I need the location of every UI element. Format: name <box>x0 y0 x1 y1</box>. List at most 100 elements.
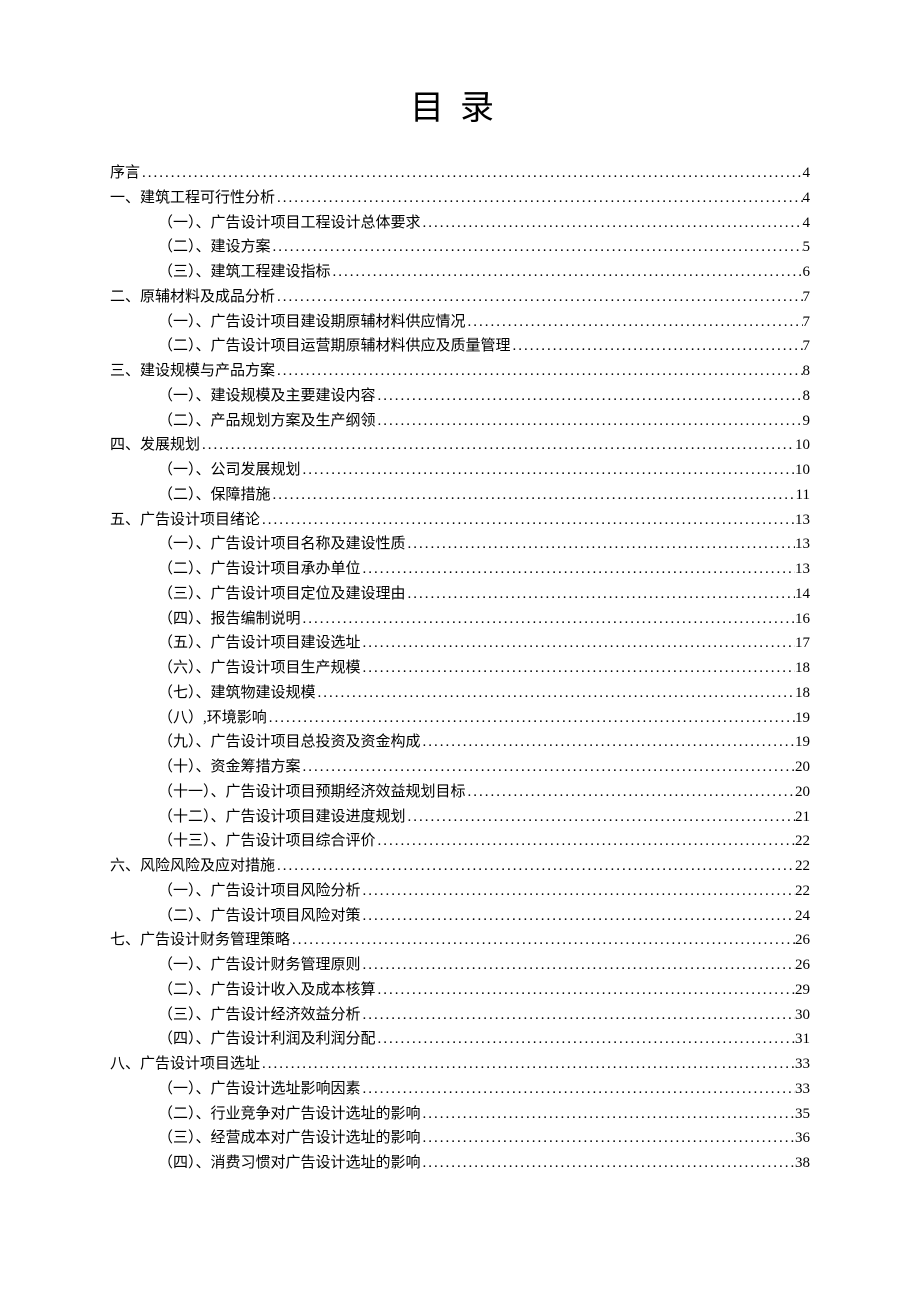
toc-entry: （二）、广告设计项目运营期原辅材料供应及质量管理7 <box>110 334 810 359</box>
toc-leader-dots <box>376 978 795 1003</box>
toc-leader-dots <box>361 557 795 582</box>
toc-entry-text: （二）、产品规划方案及生产纲领 <box>158 409 376 434</box>
toc-leader-dots <box>421 1151 795 1176</box>
toc-entry-page: 19 <box>795 730 810 755</box>
toc-entry: （三）、广告设计经济效益分析30 <box>110 1003 810 1028</box>
toc-entry-page: 4 <box>803 161 811 186</box>
toc-entry-text: 五、广告设计项目绪论 <box>110 508 260 533</box>
toc-entry-page: 20 <box>795 780 810 805</box>
toc-entry-text: （一）、广告设计选址影响因素 <box>158 1077 361 1102</box>
toc-entry-text: （一）、广告设计项目风险分析 <box>158 879 361 904</box>
toc-entry: 四、发展规划 10 <box>110 433 810 458</box>
toc-entry-page: 26 <box>795 928 810 953</box>
toc-entry: （二）、建设方案 5 <box>110 235 810 260</box>
toc-entry-page: 4 <box>803 211 811 236</box>
toc-leader-dots <box>301 458 795 483</box>
toc-leader-dots <box>421 730 795 755</box>
toc-entry-text: 一、建筑工程可行性分析 <box>110 186 275 211</box>
toc-leader-dots <box>301 755 795 780</box>
toc-entry-page: 22 <box>795 879 810 904</box>
toc-entry-text: （二）、行业竞争对广告设计选址的影响 <box>158 1102 421 1127</box>
toc-entry-text: （二）、广告设计项目承办单位 <box>158 557 361 582</box>
toc-entry-text: （一）、建设规模及主要建设内容 <box>158 384 376 409</box>
toc-entry-page: 10 <box>795 458 810 483</box>
toc-entry-text: （九）、广告设计项目总投资及资金构成 <box>158 730 421 755</box>
toc-leader-dots <box>466 310 803 335</box>
toc-leader-dots <box>361 953 795 978</box>
toc-entry-page: 29 <box>795 978 810 1003</box>
toc-entry-page: 10 <box>795 433 810 458</box>
toc-leader-dots <box>275 186 802 211</box>
toc-entry: （三）、建筑工程建设指标6 <box>110 260 810 285</box>
toc-entry: （七）、建筑物建设规模18 <box>110 681 810 706</box>
toc-entry: （十一）、广告设计项目预期经济效益规划目标 20 <box>110 780 810 805</box>
toc-entry: （一）、建设规模及主要建设内容8 <box>110 384 810 409</box>
toc-entry-text: （三）、经营成本对广告设计选址的影响 <box>158 1126 421 1151</box>
toc-leader-dots <box>260 508 795 533</box>
toc-entry-page: 31 <box>795 1027 810 1052</box>
toc-entry-text: （十二）、广告设计项目建设进度规划 <box>158 805 406 830</box>
toc-leader-dots <box>406 532 795 557</box>
toc-entry-text: 七、广告设计财务管理策略 <box>110 928 290 953</box>
toc-leader-dots <box>376 829 795 854</box>
toc-entry-page: 13 <box>795 532 810 557</box>
toc-entry-page: 19 <box>795 706 810 731</box>
page-title: 目录 <box>110 80 810 129</box>
toc-entry: （二）、广告设计项目承办单位13 <box>110 557 810 582</box>
toc-leader-dots <box>406 582 795 607</box>
toc-entry-text: 三、建设规模与产品方案 <box>110 359 275 384</box>
toc-entry-text: （十一）、广告设计项目预期经济效益规划目标 <box>158 780 466 805</box>
table-of-contents: 序言4一、建筑工程可行性分析4（一）、广告设计项目工程设计总体要求4（二）、建设… <box>110 161 810 1176</box>
toc-entry: （二）、广告设计项目风险对策 24 <box>110 904 810 929</box>
toc-entry-text: 八、广告设计项目选址 <box>110 1052 260 1077</box>
toc-entry: （二）、广告设计收入及成本核算29 <box>110 978 810 1003</box>
toc-entry-page: 7 <box>803 285 811 310</box>
toc-leader-dots <box>361 631 795 656</box>
toc-entry: 二、原辅材料及成品分析7 <box>110 285 810 310</box>
toc-entry-text: （一）、公司发展规划 <box>158 458 301 483</box>
toc-entry-page: 30 <box>795 1003 810 1028</box>
toc-leader-dots <box>260 1052 795 1077</box>
toc-entry: （三）、广告设计项目定位及建设理由14 <box>110 582 810 607</box>
toc-entry-text: （十三）、广告设计项目综合评价 <box>158 829 376 854</box>
toc-leader-dots <box>275 854 795 879</box>
toc-entry: 六、风险风险及应对措施22 <box>110 854 810 879</box>
toc-entry: （八）,环境影响 19 <box>110 706 810 731</box>
toc-entry-page: 21 <box>795 805 810 830</box>
toc-entry-page: 22 <box>795 829 810 854</box>
toc-entry-page: 20 <box>795 755 810 780</box>
toc-entry-text: 四、发展规划 <box>110 433 200 458</box>
toc-entry: （一）、广告设计选址影响因素33 <box>110 1077 810 1102</box>
toc-entry-page: 33 <box>795 1052 810 1077</box>
toc-leader-dots <box>316 681 795 706</box>
toc-leader-dots <box>271 235 803 260</box>
toc-entry-page: 4 <box>803 186 811 211</box>
toc-leader-dots <box>421 1102 795 1127</box>
toc-leader-dots <box>267 706 795 731</box>
toc-entry-page: 24 <box>795 904 810 929</box>
toc-entry-text: （二）、建设方案 <box>158 235 271 260</box>
toc-entry: （一）、广告设计项目风险分析 22 <box>110 879 810 904</box>
toc-leader-dots <box>376 1027 795 1052</box>
toc-entry: （九）、广告设计项目总投资及资金构成 19 <box>110 730 810 755</box>
toc-leader-dots <box>361 1003 795 1028</box>
toc-entry-page: 11 <box>796 483 810 508</box>
toc-entry-page: 5 <box>803 235 811 260</box>
toc-leader-dots <box>140 161 802 186</box>
toc-entry: （一）、广告设计项目建设期原辅材料供应情况7 <box>110 310 810 335</box>
toc-entry: 三、建设规模与产品方案8 <box>110 359 810 384</box>
toc-leader-dots <box>301 607 795 632</box>
toc-entry: 一、建筑工程可行性分析 4 <box>110 186 810 211</box>
toc-entry-text: （二）、广告设计项目风险对策 <box>158 904 361 929</box>
toc-entry-text: （四）、报告编制说明 <box>158 607 301 632</box>
toc-entry-text: （五）、广告设计项目建设选址 <box>158 631 361 656</box>
toc-entry: （六）、广告设计项目生产规模18 <box>110 656 810 681</box>
toc-entry-text: （六）、广告设计项目生产规模 <box>158 656 361 681</box>
toc-entry-page: 17 <box>795 631 810 656</box>
toc-entry: （十二）、广告设计项目建设进度规划 21 <box>110 805 810 830</box>
toc-entry-text: （三）、建筑工程建设指标 <box>158 260 331 285</box>
toc-entry-page: 18 <box>795 681 810 706</box>
toc-entry-page: 16 <box>795 607 810 632</box>
toc-entry-text: 序言 <box>110 161 140 186</box>
toc-entry-text: （八）,环境影响 <box>158 706 267 731</box>
